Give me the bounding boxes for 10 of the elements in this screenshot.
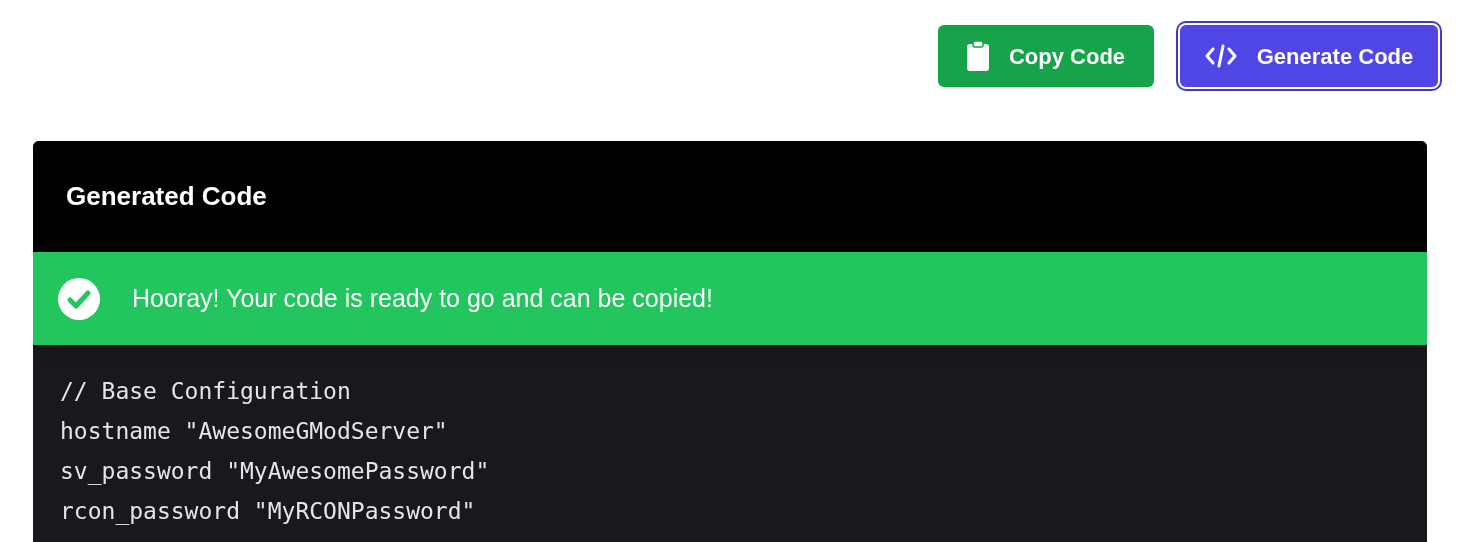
alert-message: Hooray! Your code is ready to go and can be copied!	[132, 282, 713, 314]
panel-title: Generated Code	[66, 180, 267, 213]
code-line: sv_password "MyAwesomePassword"	[60, 457, 490, 487]
check-circle-icon	[58, 277, 100, 320]
code-line: rcon_password "MyRCONPassword"	[60, 497, 476, 527]
code-line: // Base Configuration	[60, 377, 351, 406]
code-line: hostname "AwesomeGModServer"	[60, 417, 448, 446]
clipboard-icon	[966, 41, 989, 71]
code-icon	[1204, 44, 1237, 68]
copy-button[interactable]: Copy Code	[938, 25, 1154, 87]
